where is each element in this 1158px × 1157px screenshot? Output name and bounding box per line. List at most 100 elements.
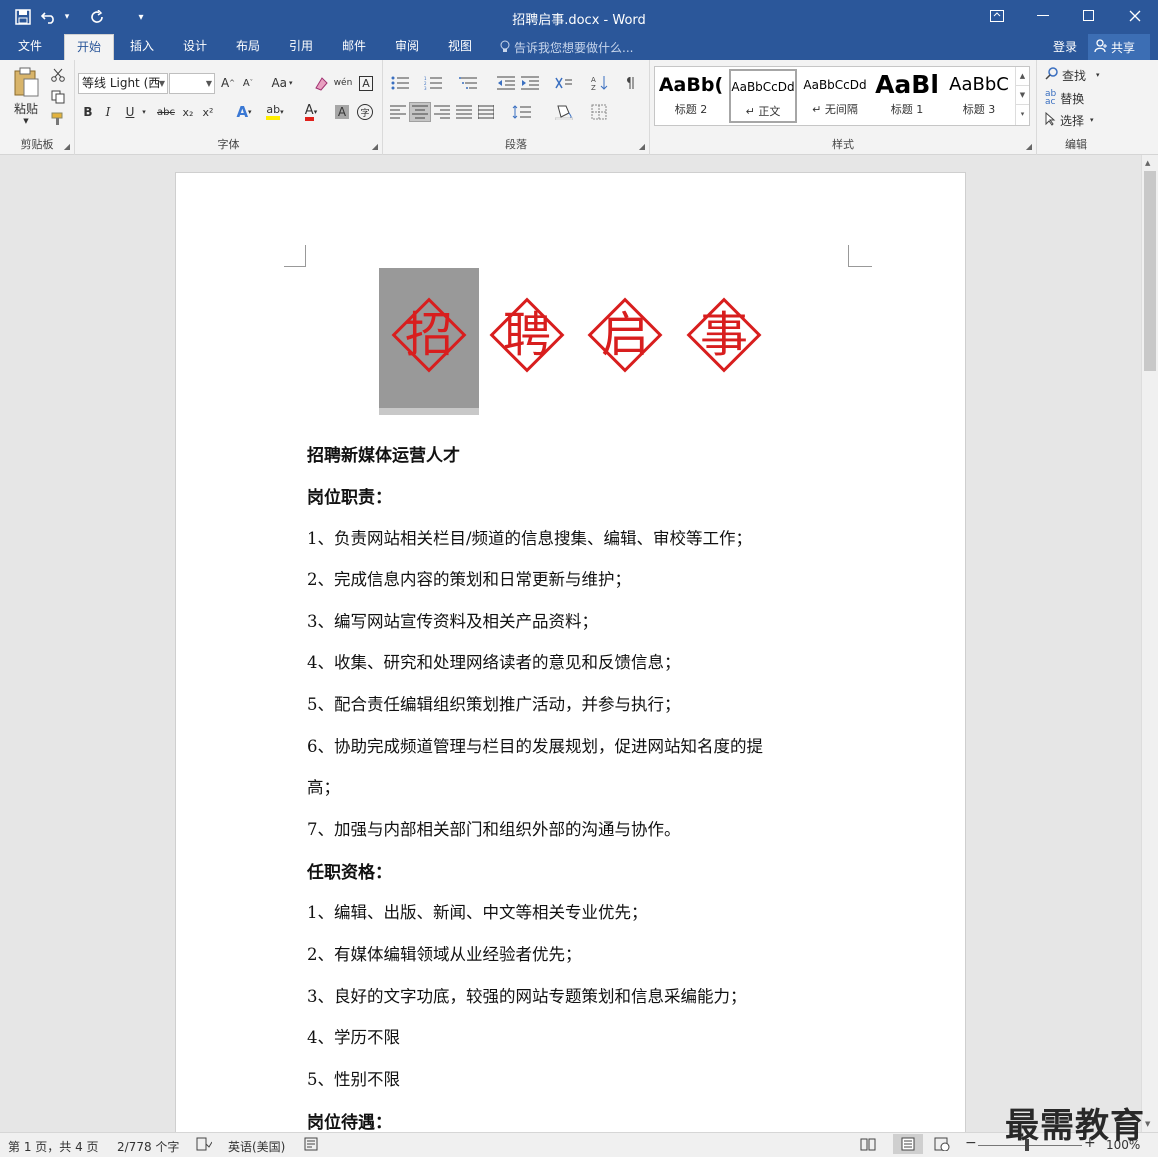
align-center-icon[interactable] xyxy=(409,102,431,122)
seal-char-4[interactable]: 事 xyxy=(675,286,773,384)
word-window: ▾ ▾ 招聘启事.docx - Word 文件 开始 插入 设计 布局 引用 邮… xyxy=(0,0,1158,1157)
character-shading-icon[interactable]: A xyxy=(333,102,351,122)
ribbon-display-options-icon[interactable] xyxy=(974,0,1020,32)
bullets-icon[interactable] xyxy=(387,73,415,93)
macro-record-icon[interactable] xyxy=(304,1137,318,1154)
sort-icon[interactable]: AZ xyxy=(589,73,611,93)
asian-layout-icon[interactable] xyxy=(549,73,579,93)
document-page[interactable]: 招 聘 启 事 招聘新媒体运营人才 岗位职责： 1、负责网站相关栏目/频道的信息… xyxy=(175,172,966,1132)
font-group: 等线 Light (西 ▼ ▼ A ^ Aˇ Aa ▾ wén A B I U ▾ a… xyxy=(75,60,383,155)
cut-icon[interactable] xyxy=(48,65,68,85)
sign-in-link[interactable]: 登录 xyxy=(1053,38,1077,55)
tab-layout[interactable]: 布局 xyxy=(226,34,270,60)
doc-section-title: 岗位职责： xyxy=(307,488,392,508)
styles-scroll-up-icon[interactable]: ▲ xyxy=(1016,67,1029,86)
svg-text:A: A xyxy=(591,76,596,84)
line-spacing-icon[interactable] xyxy=(507,102,537,122)
replace-button[interactable]: ab ac 替换 xyxy=(1045,88,1109,108)
doc-heading: 招聘新媒体运营人才 xyxy=(307,446,460,466)
scroll-thumb[interactable] xyxy=(1144,171,1156,371)
word-count[interactable]: 2/778 个字 xyxy=(117,1138,179,1155)
borders-icon[interactable] xyxy=(583,102,615,122)
style-heading-3[interactable]: AaBbC 标题 3 xyxy=(945,69,1013,123)
numbering-icon[interactable]: 123 xyxy=(419,73,449,93)
tab-file[interactable]: 文件 xyxy=(8,34,52,60)
italic-button[interactable]: I xyxy=(99,102,117,122)
tell-me-search[interactable]: 告诉我您想要做什么... xyxy=(500,39,633,56)
style-normal[interactable]: AaBbCcDd ↵ 正文 xyxy=(729,69,797,123)
read-mode-icon[interactable] xyxy=(860,1137,876,1154)
style-heading-1[interactable]: AaBl 标题 1 xyxy=(873,69,941,123)
grow-font-icon[interactable]: A ^ xyxy=(219,73,237,93)
underline-dropdown-icon[interactable]: ▾ xyxy=(139,102,149,122)
seal-char-2[interactable]: 聘 xyxy=(478,286,576,384)
text-effects-button[interactable]: A ▾ xyxy=(231,102,257,122)
font-launcher-icon[interactable]: ◢ xyxy=(372,142,378,151)
cursor-arrow-icon xyxy=(1045,111,1056,129)
show-marks-icon[interactable] xyxy=(619,73,641,93)
doc-line: 2、完成信息内容的策划和日常更新与维护； xyxy=(307,570,631,589)
editing-group: 查找 ▾ ab ac 替换 选择 ▾ 编辑 xyxy=(1037,60,1115,155)
increase-indent-icon[interactable] xyxy=(519,73,541,93)
minimize-icon[interactable] xyxy=(1020,0,1066,32)
multilevel-list-icon[interactable] xyxy=(453,73,485,93)
copy-icon[interactable] xyxy=(48,87,68,107)
vertical-scrollbar[interactable]: ▲ ▼ xyxy=(1141,155,1158,1132)
highlight-button[interactable]: ab ▾ xyxy=(261,102,289,122)
scroll-down-icon[interactable]: ▼ xyxy=(1145,1120,1150,1128)
distributed-icon[interactable] xyxy=(475,102,497,122)
share-button[interactable]: 共享 xyxy=(1088,34,1150,60)
proofing-icon[interactable] xyxy=(196,1137,213,1154)
seal-char-1[interactable]: 招 xyxy=(380,286,478,384)
character-border-icon[interactable]: A xyxy=(357,73,375,93)
align-left-icon[interactable] xyxy=(387,102,409,122)
style-heading-2[interactable]: AaBb( 标题 2 xyxy=(657,69,725,123)
subscript-button[interactable]: x₂ xyxy=(179,102,197,122)
styles-more-icon[interactable]: ▾ xyxy=(1016,105,1029,123)
font-name-value: 等线 Light (西 xyxy=(82,76,161,90)
select-button[interactable]: 选择 ▾ xyxy=(1045,110,1109,130)
page-count[interactable]: 第 1 页，共 4 页 xyxy=(8,1138,99,1155)
align-right-icon[interactable] xyxy=(431,102,453,122)
justify-icon[interactable] xyxy=(453,102,475,122)
underline-button[interactable]: U xyxy=(121,102,139,122)
print-layout-icon[interactable] xyxy=(893,1134,923,1154)
maximize-icon[interactable] xyxy=(1066,0,1112,32)
web-layout-icon[interactable] xyxy=(934,1137,950,1154)
tab-view[interactable]: 视图 xyxy=(438,34,482,60)
superscript-button[interactable]: x² xyxy=(199,102,217,122)
tab-mailings[interactable]: 邮件 xyxy=(332,34,376,60)
tab-references[interactable]: 引用 xyxy=(279,34,323,60)
tab-insert[interactable]: 插入 xyxy=(120,34,164,60)
format-painter-icon[interactable] xyxy=(48,109,68,129)
change-case-button[interactable]: Aa ▾ xyxy=(267,73,297,93)
paste-button[interactable]: 粘贴 ▼ xyxy=(8,66,44,126)
tab-home[interactable]: 开始 xyxy=(64,34,114,60)
scroll-up-icon[interactable]: ▲ xyxy=(1145,159,1150,167)
seal-char-3[interactable]: 启 xyxy=(576,286,674,384)
enclose-characters-icon[interactable]: 字 xyxy=(355,102,375,122)
clear-formatting-icon[interactable] xyxy=(311,73,331,93)
close-icon[interactable] xyxy=(1112,0,1158,32)
language-indicator[interactable]: 英语(美国) xyxy=(228,1138,285,1155)
styles-launcher-icon[interactable]: ◢ xyxy=(1026,142,1032,151)
style-no-spacing[interactable]: AaBbCcDd ↵ 无间隔 xyxy=(801,69,869,123)
shrink-font-icon[interactable]: Aˇ xyxy=(239,73,257,93)
tab-review[interactable]: 审阅 xyxy=(385,34,429,60)
phonetic-guide-icon[interactable]: wén xyxy=(333,73,353,93)
tab-design[interactable]: 设计 xyxy=(173,34,217,60)
font-name-combo[interactable]: 等线 Light (西 ▼ xyxy=(78,73,168,94)
paragraph-shading-icon[interactable] xyxy=(549,102,579,122)
font-color-button[interactable]: A ▾ xyxy=(297,102,325,122)
decrease-indent-icon[interactable] xyxy=(495,73,517,93)
strikethrough-button[interactable]: abc xyxy=(155,102,177,122)
find-button[interactable]: 查找 ▾ xyxy=(1045,65,1109,85)
font-group-label: 字体 xyxy=(217,138,240,151)
zoom-out-button[interactable]: − xyxy=(965,1135,977,1151)
styles-scroll-down-icon[interactable]: ▼ xyxy=(1016,86,1029,105)
clipboard-launcher-icon[interactable]: ◢ xyxy=(64,142,70,151)
bold-button[interactable]: B xyxy=(79,102,97,122)
font-size-combo[interactable]: ▼ xyxy=(169,73,215,94)
seal-char-3-text: 启 xyxy=(600,307,649,363)
paragraph-launcher-icon[interactable]: ◢ xyxy=(639,142,645,151)
